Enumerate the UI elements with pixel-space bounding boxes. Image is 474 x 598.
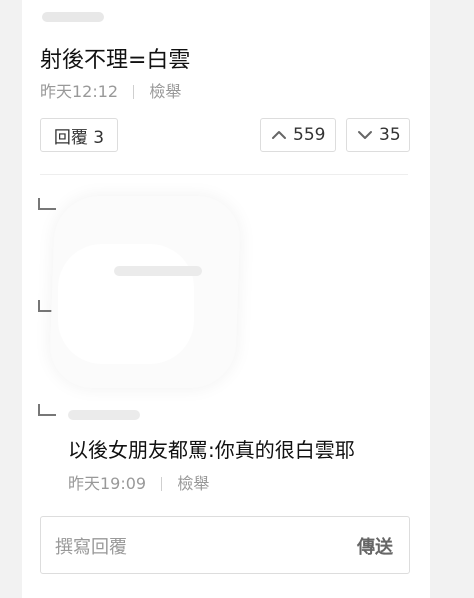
reply-text: 以後女朋友都罵:你真的很白雲耶 bbox=[68, 438, 355, 462]
reply-count-label: 回覆 3 bbox=[53, 127, 105, 148]
reply-meta: 昨天19:09 檢舉 bbox=[68, 470, 209, 494]
meta-separator bbox=[133, 85, 135, 99]
upvote-count: 559 bbox=[293, 125, 326, 145]
chevron-down-icon bbox=[358, 131, 372, 139]
redacted-username bbox=[68, 410, 140, 420]
section-divider bbox=[40, 174, 408, 175]
comment-text: 射後不理=白雲 bbox=[40, 48, 191, 73]
report-link[interactable]: 檢舉 bbox=[149, 82, 181, 101]
redacted-username bbox=[42, 12, 104, 22]
comment-time: 昨天12:12 bbox=[40, 82, 119, 101]
redaction-overlay-inner bbox=[58, 244, 194, 364]
meta-separator bbox=[161, 477, 163, 491]
downvote-button[interactable]: 35 bbox=[346, 118, 410, 152]
left-shade bbox=[0, 0, 22, 598]
downvote-count: 35 bbox=[379, 125, 401, 145]
reply-corner-icon bbox=[38, 404, 56, 416]
redacted-meta bbox=[114, 266, 202, 276]
comment-meta: 昨天12:12 檢舉 bbox=[40, 78, 181, 102]
report-link[interactable]: 檢舉 bbox=[177, 474, 209, 493]
reply-input[interactable]: 撰寫回覆 傳送 bbox=[40, 516, 410, 574]
reply-corner-icon bbox=[38, 198, 56, 210]
reply-placeholder: 撰寫回覆 bbox=[55, 537, 127, 558]
upvote-button[interactable]: 559 bbox=[260, 118, 336, 152]
reply-count-button[interactable]: 回覆 3 bbox=[40, 118, 118, 152]
send-button[interactable]: 傳送 bbox=[357, 533, 393, 559]
reply-time: 昨天19:09 bbox=[68, 474, 147, 493]
right-shade bbox=[430, 0, 474, 598]
chevron-up-icon bbox=[272, 131, 286, 139]
